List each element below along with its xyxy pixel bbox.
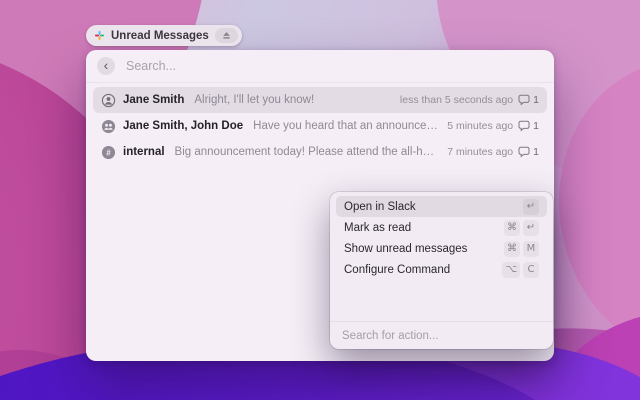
action-open-in-slack[interactable]: Open in Slack ↵ [336, 196, 547, 217]
message-count: 1 [533, 146, 539, 158]
return-key: ↵ [523, 199, 539, 215]
command-pill[interactable]: Unread Messages [86, 25, 242, 46]
option-key: ⌥ [502, 262, 520, 278]
message-sender: Jane Smith, John Doe [123, 120, 243, 132]
action-menu-panel: Open in Slack ↵ Mark as read ⌘ ↵ Show un… [330, 192, 553, 349]
message-meta: 7 minutes ago 1 [447, 146, 539, 158]
desktop-screen: Unread Messages ‹ Search... [0, 0, 640, 400]
hash-glyph: # [106, 148, 111, 157]
person-icon [101, 93, 116, 108]
back-button[interactable]: ‹ [97, 57, 115, 75]
message-preview: Have you heard that an announcement is c… [253, 120, 440, 132]
channel-hash-icon: # [101, 145, 116, 160]
message-time: less than 5 seconds ago [400, 94, 513, 106]
action-configure-command[interactable]: Configure Command ⌥ C [336, 259, 547, 280]
command-key: ⌘ [504, 220, 520, 236]
chat-bubble-icon [518, 146, 530, 158]
message-meta: less than 5 seconds ago 1 [400, 94, 539, 106]
message-row-internal[interactable]: # internal Big announcement today! Pleas… [93, 139, 547, 165]
action-label: Mark as read [344, 222, 411, 234]
c-key: C [523, 262, 539, 278]
action-label: Configure Command [344, 264, 450, 276]
action-show-unread-messages[interactable]: Show unread messages ⌘ M [336, 238, 547, 259]
message-preview: Big announcement today! Please attend th… [175, 146, 441, 158]
shortcut-keys: ⌘ ↵ [504, 220, 539, 236]
message-sender: internal [123, 146, 165, 158]
message-list: Jane Smith Alright, I'll let you know! l… [86, 83, 554, 165]
search-bar: ‹ Search... [86, 50, 554, 83]
message-count: 1 [533, 120, 539, 132]
shortcut-keys: ⌥ C [502, 262, 539, 278]
message-row-jane-smith[interactable]: Jane Smith Alright, I'll let you know! l… [93, 87, 547, 113]
action-mark-as-read[interactable]: Mark as read ⌘ ↵ [336, 217, 547, 238]
m-key: M [523, 241, 539, 257]
message-row-jane-smith-john-doe[interactable]: Jane Smith, John Doe Have you heard that… [93, 113, 547, 139]
eject-icon [221, 30, 232, 41]
shortcut-keys: ⌘ M [504, 241, 539, 257]
command-key: ⌘ [504, 241, 520, 257]
message-meta: 5 minutes ago 1 [447, 120, 539, 132]
message-time: 5 minutes ago [447, 120, 513, 132]
chat-bubble-icon [518, 120, 530, 132]
search-input[interactable]: Search... [126, 59, 176, 73]
message-preview: Alright, I'll let you know! [194, 94, 393, 106]
message-time: 7 minutes ago [447, 146, 513, 158]
command-pill-label: Unread Messages [111, 30, 209, 42]
slack-icon [94, 30, 105, 41]
return-key: ↵ [523, 220, 539, 236]
pill-disconnect-button[interactable] [215, 28, 238, 43]
action-search-input[interactable]: Search for action... [342, 330, 439, 342]
action-search-footer: Search for action... [330, 321, 553, 349]
people-icon [101, 119, 116, 134]
message-count: 1 [533, 94, 539, 106]
action-label: Show unread messages [344, 243, 467, 255]
chat-bubble-icon [518, 94, 530, 106]
action-label: Open in Slack [344, 201, 416, 213]
message-sender: Jane Smith [123, 94, 184, 106]
chevron-left-icon: ‹ [104, 58, 109, 72]
shortcut-keys: ↵ [523, 199, 539, 215]
